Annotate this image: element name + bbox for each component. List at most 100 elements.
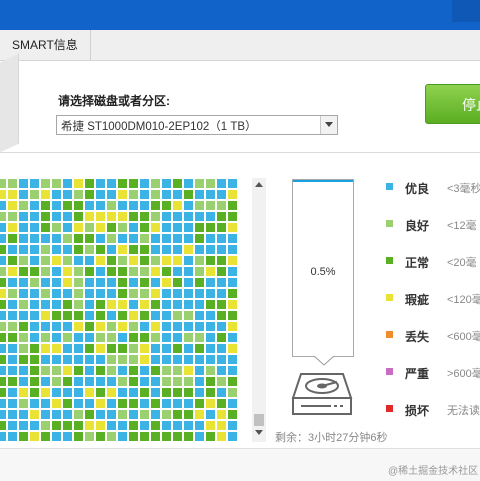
sector-block [206, 212, 215, 221]
sector-block [74, 311, 83, 320]
sector-block [184, 421, 193, 430]
sector-block [0, 267, 6, 276]
sector-block [85, 366, 94, 375]
legend-range: <600毫 [447, 331, 480, 343]
legend-swatch [386, 405, 393, 412]
sector-block [151, 245, 160, 254]
sector-block [173, 322, 182, 331]
sector-block [41, 179, 50, 188]
sector-block [140, 201, 149, 210]
sector-block [30, 355, 39, 364]
scroll-down-icon[interactable] [255, 430, 263, 435]
sector-block [217, 311, 226, 320]
sector-block [8, 410, 17, 419]
sector-block [206, 223, 215, 232]
sector-block [107, 322, 116, 331]
sector-block [63, 245, 72, 254]
sector-block [184, 311, 193, 320]
sector-block [74, 344, 83, 353]
sector-block [228, 201, 237, 210]
sector-block [173, 245, 182, 254]
sector-block [107, 311, 116, 320]
sector-block [217, 333, 226, 342]
progress-gauge: 0.5% [292, 179, 354, 357]
close-button[interactable] [452, 0, 480, 22]
sector-block [206, 388, 215, 397]
sector-block [195, 256, 204, 265]
sector-block [118, 388, 127, 397]
sector-block [228, 432, 237, 441]
sector-block [118, 377, 127, 386]
sector-block [228, 388, 237, 397]
legend-swatch [386, 220, 393, 227]
sector-block [151, 421, 160, 430]
sector-block [151, 223, 160, 232]
sector-map-scrollbar[interactable] [252, 178, 266, 442]
sector-block [8, 179, 17, 188]
sector-block [8, 256, 17, 265]
sector-block [41, 212, 50, 221]
sector-block [217, 212, 226, 221]
sector-block [85, 300, 94, 309]
sector-block [140, 432, 149, 441]
sector-block [52, 267, 61, 276]
sector-block [41, 377, 50, 386]
sector-block [195, 278, 204, 287]
sector-block [74, 432, 83, 441]
legend-item-excellent: 优良 <3毫秒 [386, 180, 480, 196]
sector-block [151, 410, 160, 419]
scrollbar-thumb[interactable] [254, 414, 264, 426]
sector-block [0, 366, 6, 375]
sector-block [162, 388, 171, 397]
sector-block [74, 333, 83, 342]
minimize-button[interactable] [424, 0, 448, 22]
sector-block [228, 245, 237, 254]
sector-block [162, 432, 171, 441]
sector-block [96, 410, 105, 419]
sector-block [118, 223, 127, 232]
legend-range: >600毫 [447, 368, 480, 380]
legend-range: <20毫 [447, 257, 477, 269]
scroll-up-icon[interactable] [255, 182, 263, 187]
sector-block [173, 256, 182, 265]
chevron-down-icon[interactable] [320, 116, 337, 134]
disk-select-dropdown[interactable]: 希捷 ST1000DM010-2EP102（1 TB） [56, 115, 338, 135]
sector-block [0, 278, 6, 287]
sector-block [63, 355, 72, 364]
sector-block [140, 366, 149, 375]
sector-block [206, 256, 215, 265]
sector-block [173, 267, 182, 276]
sector-block [19, 344, 28, 353]
sector-block [30, 333, 39, 342]
sector-block [19, 212, 28, 221]
sector-block [41, 289, 50, 298]
sector-block [96, 322, 105, 331]
sector-block [85, 190, 94, 199]
sector-block [162, 311, 171, 320]
sector-block [195, 311, 204, 320]
sector-block [96, 278, 105, 287]
sector-block [0, 311, 6, 320]
sector-block [129, 267, 138, 276]
sector-block [206, 190, 215, 199]
sector-block [0, 256, 6, 265]
sector-block [63, 311, 72, 320]
sector-block [85, 377, 94, 386]
stop-button[interactable]: 停止 [425, 84, 480, 124]
legend-item-lost: 丢失 <600毫 [386, 328, 480, 344]
sector-block [184, 256, 193, 265]
sector-block [96, 267, 105, 276]
sector-block [107, 223, 116, 232]
sector-block [85, 234, 94, 243]
sector-block [41, 344, 50, 353]
sector-block [118, 355, 127, 364]
watermark: @稀土掘金技术社区 [388, 466, 479, 477]
sector-block [228, 377, 237, 386]
sector-block [8, 333, 17, 342]
sector-block [52, 245, 61, 254]
sector-block [228, 322, 237, 331]
sector-block [107, 388, 116, 397]
sector-block [19, 355, 28, 364]
sector-block [0, 190, 6, 199]
sector-block [217, 432, 226, 441]
